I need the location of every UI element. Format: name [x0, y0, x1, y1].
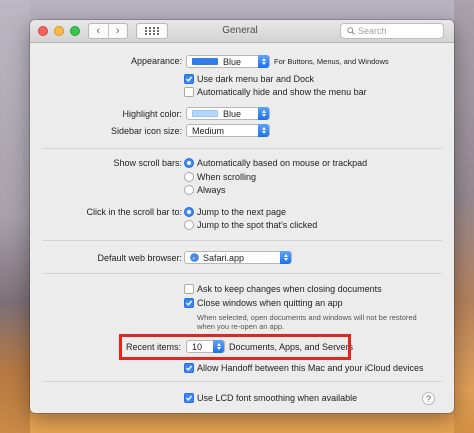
- ask-keep-changes-checkbox[interactable]: [184, 284, 194, 294]
- highlight-swatch: [192, 110, 218, 117]
- scroll-bars-when-scrolling-radio[interactable]: [184, 172, 194, 182]
- highlight-value: Blue: [223, 108, 242, 119]
- scroll-click-label: Click in the scroll bar to:: [86, 207, 182, 217]
- recent-items-popup[interactable]: 10: [186, 340, 225, 353]
- auto-hide-menu-label: Automatically hide and show the menu bar: [197, 87, 367, 97]
- divider: [42, 381, 442, 382]
- window-title: General: [222, 25, 258, 36]
- jump-to-spot-label: Jump to the spot that's clicked: [197, 220, 318, 230]
- close-windows-checkbox[interactable]: [184, 298, 194, 308]
- title-bar: ‹ › General Search: [30, 20, 454, 43]
- jump-to-spot-radio[interactable]: [184, 220, 194, 230]
- highlight-color-label: Highlight color:: [122, 109, 182, 119]
- appearance-popup[interactable]: Blue: [186, 55, 270, 68]
- dark-menu-label: Use dark menu bar and Dock: [197, 74, 315, 84]
- search-icon: [347, 27, 355, 35]
- zoom-window-button[interactable]: [70, 26, 80, 36]
- default-browser-stepper: [280, 251, 291, 264]
- lcd-smoothing-label: Use LCD font smoothing when available: [197, 393, 358, 403]
- chevron-right-icon: ›: [115, 25, 120, 37]
- show-all-button[interactable]: [136, 23, 168, 39]
- appearance-note: For Buttons, Menus, and Windows: [274, 57, 389, 66]
- scroll-bars-auto-label: Automatically based on mouse or trackpad: [197, 158, 368, 168]
- divider: [42, 240, 442, 241]
- auto-hide-menu-checkbox[interactable]: [184, 87, 194, 97]
- desktop-wallpaper-left: [0, 0, 30, 433]
- divider: [42, 273, 442, 274]
- jump-next-page-label: Jump to the next page: [197, 207, 287, 217]
- close-window-button[interactable]: [38, 26, 48, 36]
- highlight-stepper: [258, 107, 269, 120]
- scroll-bars-when-scrolling-label: When scrolling: [197, 172, 257, 182]
- minimize-window-button[interactable]: [54, 26, 64, 36]
- default-browser-popup[interactable]: Safari.app: [184, 251, 292, 264]
- sidebar-icon-size-stepper: [258, 124, 269, 137]
- forward-button[interactable]: ›: [107, 24, 128, 38]
- safari-compass-icon: [190, 253, 199, 262]
- search-field[interactable]: Search: [340, 23, 444, 39]
- grid-icon: [145, 27, 159, 35]
- show-scroll-bars-label: Show scroll bars:: [113, 158, 182, 168]
- sidebar-icon-size-popup[interactable]: Medium: [186, 124, 270, 137]
- sidebar-icon-size-label: Sidebar icon size:: [110, 126, 182, 136]
- handoff-label: Allow Handoff between this Mac and your …: [197, 363, 424, 373]
- nav-buttons: ‹ ›: [88, 23, 128, 39]
- divider: [42, 148, 442, 149]
- recent-items-value: 10: [192, 341, 203, 352]
- close-windows-label: Close windows when quitting an app: [197, 298, 343, 308]
- checkmark-icon: [186, 300, 193, 306]
- scroll-bars-always-label: Always: [197, 185, 226, 195]
- checkmark-icon: [186, 76, 193, 82]
- recent-items-suffix: Documents, Apps, and Servers: [229, 342, 354, 352]
- ask-keep-changes-label: Ask to keep changes when closing documen…: [197, 284, 382, 294]
- handoff-checkbox[interactable]: [184, 363, 194, 373]
- chevron-left-icon: ‹: [96, 25, 101, 37]
- highlight-color-popup[interactable]: Blue: [186, 107, 270, 120]
- default-browser-label: Default web browser:: [97, 253, 182, 263]
- appearance-label: Appearance:: [130, 56, 182, 66]
- default-browser-value: Safari.app: [203, 252, 245, 263]
- scroll-bars-always-radio[interactable]: [184, 185, 194, 195]
- desktop-wallpaper-right: [454, 0, 474, 433]
- help-icon: ?: [425, 393, 431, 404]
- preferences-window: ‹ › General Search Appearance: Blue For …: [30, 20, 454, 413]
- sidebar-icon-size-value: Medium: [192, 125, 225, 136]
- lcd-smoothing-checkbox[interactable]: [184, 393, 194, 403]
- back-button[interactable]: ‹: [89, 24, 108, 38]
- checkmark-icon: [186, 365, 193, 371]
- close-windows-note-line2: when you re-open an app.: [197, 322, 285, 331]
- recent-items-stepper: [213, 340, 224, 353]
- checkmark-icon: [186, 395, 193, 401]
- search-placeholder: Search: [358, 26, 387, 36]
- dark-menu-checkbox[interactable]: [184, 74, 194, 84]
- scroll-bars-auto-radio[interactable]: [184, 158, 194, 168]
- jump-next-page-radio[interactable]: [184, 207, 194, 217]
- recent-items-label: Recent items:: [126, 342, 182, 352]
- appearance-swatch: [192, 58, 218, 65]
- help-button[interactable]: ?: [422, 392, 435, 405]
- appearance-stepper: [258, 55, 269, 68]
- appearance-value: Blue: [223, 56, 242, 67]
- close-windows-note-line1: When selected, open documents and window…: [197, 313, 417, 322]
